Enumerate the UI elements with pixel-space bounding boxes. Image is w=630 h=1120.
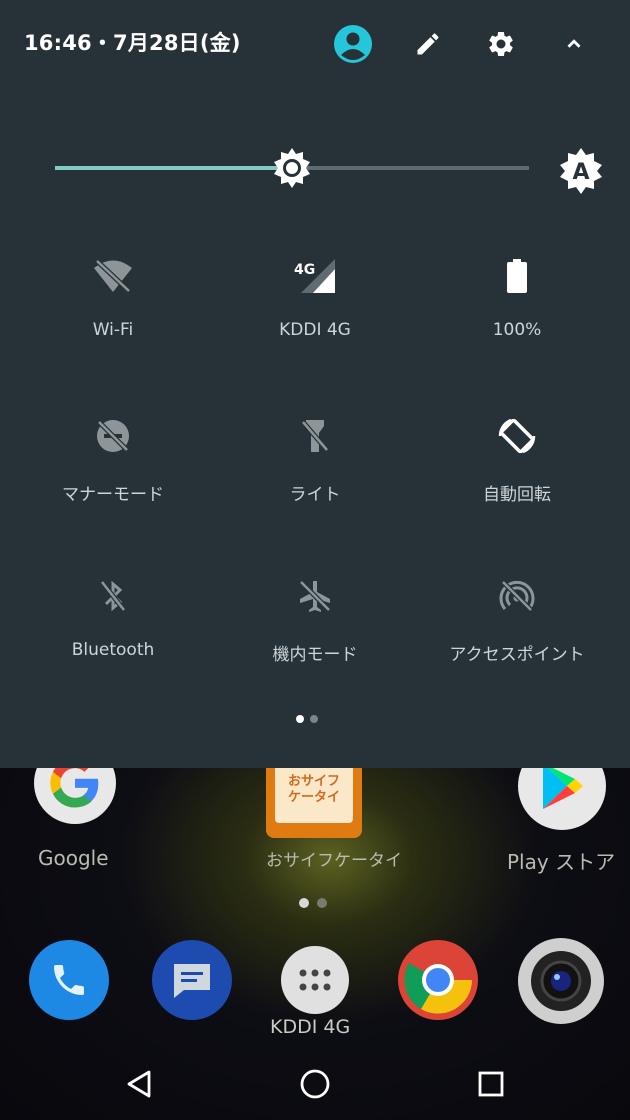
tile-label: Wi-Fi [92, 320, 134, 340]
tile-bluetooth[interactable]: Bluetooth [13, 574, 213, 684]
tile-label: ライト [289, 485, 341, 505]
osaifu-icon-text: おサイフ ケータイ [275, 768, 353, 823]
quick-settings-panel: 16:46・7月28日(金) A Wi-Fi 4G KDDI 4G 100% マ… [0, 0, 630, 768]
page-dot [317, 898, 327, 908]
auto-rotate-icon [495, 414, 539, 458]
signal-4g-icon: 4G [293, 254, 337, 298]
settings-icon[interactable] [481, 24, 521, 64]
battery-icon [495, 254, 539, 298]
app-label-osaifu: おサイフケータイ [266, 851, 402, 871]
home-icon[interactable] [291, 1064, 339, 1104]
page-dot-active [296, 715, 304, 723]
tile-wifi[interactable]: Wi-Fi [13, 254, 213, 364]
airplane-off-icon [293, 574, 337, 618]
tile-label: KDDI 4G [279, 320, 351, 340]
tile-label: 機内モード [272, 645, 358, 665]
flashlight-off-icon [293, 414, 337, 458]
tile-manner-mode[interactable]: マナーモード [13, 414, 213, 524]
app-label-google: Google [38, 846, 109, 870]
dock-carrier-label: KDDI 4G [270, 1016, 351, 1038]
back-icon[interactable] [115, 1064, 163, 1104]
play-store-icon[interactable] [518, 768, 606, 830]
tile-airplane-mode[interactable]: 機内モード [215, 574, 415, 684]
account-icon[interactable] [333, 24, 373, 64]
collapse-icon[interactable] [554, 24, 594, 64]
tile-auto-rotate[interactable]: 自動回転 [417, 414, 617, 524]
chrome-icon[interactable] [398, 940, 478, 1020]
tile-label: アクセスポイント [449, 645, 585, 665]
page-dot-active [299, 898, 309, 908]
app-label-play-store: Play ストア [507, 850, 616, 874]
tile-label: マナーモード [62, 485, 164, 505]
google-icon[interactable] [34, 768, 116, 824]
signal-badge: 4G [294, 262, 315, 278]
edit-icon[interactable] [408, 24, 448, 64]
home-screen: Google おサイフ ケータイ おサイフケータイ Play ストア KDDI … [0, 768, 630, 1120]
camera-icon[interactable] [518, 938, 604, 1024]
phone-icon[interactable] [29, 940, 109, 1020]
page-dot [310, 715, 318, 723]
do-not-disturb-off-icon [91, 414, 135, 458]
tile-label: 100% [492, 320, 542, 340]
auto-brightness-letter: A [572, 160, 589, 185]
recents-icon[interactable] [467, 1064, 515, 1104]
home-page-indicator [299, 898, 327, 908]
qs-page-indicator [296, 715, 318, 723]
brightness-slider-fill [55, 166, 292, 170]
tile-label: 自動回転 [483, 485, 551, 505]
tile-hotspot[interactable]: アクセスポイント [417, 574, 617, 684]
bluetooth-off-icon [91, 574, 135, 618]
auto-brightness-icon[interactable]: A [556, 146, 606, 196]
status-time-date: 16:46・7月28日(金) [24, 31, 241, 55]
messages-icon[interactable] [152, 940, 232, 1020]
osaifu-keitai-icon[interactable]: おサイフ ケータイ [266, 768, 362, 838]
tile-label: Bluetooth [71, 640, 155, 660]
app-drawer-icon[interactable] [281, 946, 349, 1014]
tile-flashlight[interactable]: ライト [215, 414, 415, 524]
brightness-thumb-icon[interactable] [270, 146, 314, 190]
brightness-slider[interactable] [55, 148, 529, 188]
hotspot-off-icon [495, 574, 539, 618]
wifi-off-icon [91, 254, 135, 298]
tile-mobile-data[interactable]: 4G KDDI 4G [215, 254, 415, 364]
tile-battery[interactable]: 100% [417, 254, 617, 364]
